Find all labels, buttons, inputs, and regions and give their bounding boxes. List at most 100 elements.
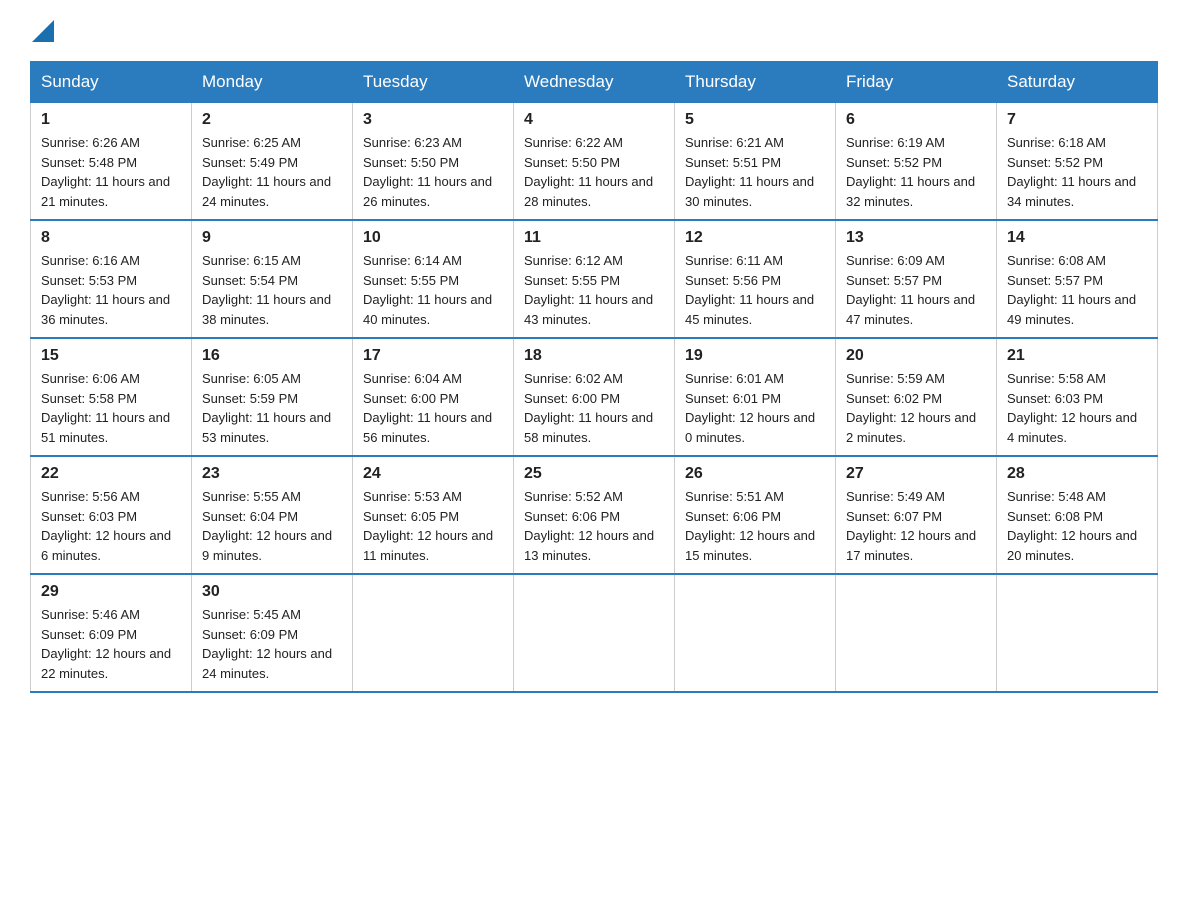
calendar-cell: 19 Sunrise: 6:01 AMSunset: 6:01 PMDaylig… [675, 338, 836, 456]
day-number: 6 [846, 111, 986, 129]
col-header-wednesday: Wednesday [514, 62, 675, 103]
day-number: 8 [41, 229, 181, 247]
day-info: Sunrise: 6:18 AMSunset: 5:52 PMDaylight:… [1007, 135, 1136, 209]
day-number: 4 [524, 111, 664, 129]
day-number: 11 [524, 229, 664, 247]
calendar-cell: 1 Sunrise: 6:26 AMSunset: 5:48 PMDayligh… [31, 103, 192, 221]
day-info: Sunrise: 6:25 AMSunset: 5:49 PMDaylight:… [202, 135, 331, 209]
day-number: 12 [685, 229, 825, 247]
day-number: 14 [1007, 229, 1147, 247]
day-number: 23 [202, 465, 342, 483]
calendar-cell: 10 Sunrise: 6:14 AMSunset: 5:55 PMDaylig… [353, 220, 514, 338]
calendar-cell: 22 Sunrise: 5:56 AMSunset: 6:03 PMDaylig… [31, 456, 192, 574]
calendar-cell: 7 Sunrise: 6:18 AMSunset: 5:52 PMDayligh… [997, 103, 1158, 221]
day-number: 15 [41, 347, 181, 365]
calendar-cell: 18 Sunrise: 6:02 AMSunset: 6:00 PMDaylig… [514, 338, 675, 456]
day-info: Sunrise: 5:48 AMSunset: 6:08 PMDaylight:… [1007, 489, 1137, 563]
day-info: Sunrise: 6:01 AMSunset: 6:01 PMDaylight:… [685, 371, 815, 445]
calendar-cell: 15 Sunrise: 6:06 AMSunset: 5:58 PMDaylig… [31, 338, 192, 456]
day-number: 19 [685, 347, 825, 365]
day-number: 9 [202, 229, 342, 247]
day-number: 21 [1007, 347, 1147, 365]
calendar-cell [836, 574, 997, 692]
day-number: 17 [363, 347, 503, 365]
week-row-3: 15 Sunrise: 6:06 AMSunset: 5:58 PMDaylig… [31, 338, 1158, 456]
day-info: Sunrise: 5:58 AMSunset: 6:03 PMDaylight:… [1007, 371, 1137, 445]
week-row-5: 29 Sunrise: 5:46 AMSunset: 6:09 PMDaylig… [31, 574, 1158, 692]
day-info: Sunrise: 5:56 AMSunset: 6:03 PMDaylight:… [41, 489, 171, 563]
col-header-friday: Friday [836, 62, 997, 103]
day-info: Sunrise: 5:51 AMSunset: 6:06 PMDaylight:… [685, 489, 815, 563]
calendar-cell: 8 Sunrise: 6:16 AMSunset: 5:53 PMDayligh… [31, 220, 192, 338]
logo [30, 20, 54, 43]
calendar-cell: 29 Sunrise: 5:46 AMSunset: 6:09 PMDaylig… [31, 574, 192, 692]
calendar-cell: 30 Sunrise: 5:45 AMSunset: 6:09 PMDaylig… [192, 574, 353, 692]
day-number: 16 [202, 347, 342, 365]
day-info: Sunrise: 6:14 AMSunset: 5:55 PMDaylight:… [363, 253, 492, 327]
day-info: Sunrise: 5:46 AMSunset: 6:09 PMDaylight:… [41, 607, 171, 681]
calendar-cell: 25 Sunrise: 5:52 AMSunset: 6:06 PMDaylig… [514, 456, 675, 574]
header-row: SundayMondayTuesdayWednesdayThursdayFrid… [31, 62, 1158, 103]
col-header-thursday: Thursday [675, 62, 836, 103]
day-number: 20 [846, 347, 986, 365]
calendar-cell: 2 Sunrise: 6:25 AMSunset: 5:49 PMDayligh… [192, 103, 353, 221]
calendar-cell: 13 Sunrise: 6:09 AMSunset: 5:57 PMDaylig… [836, 220, 997, 338]
week-row-2: 8 Sunrise: 6:16 AMSunset: 5:53 PMDayligh… [31, 220, 1158, 338]
day-info: Sunrise: 6:04 AMSunset: 6:00 PMDaylight:… [363, 371, 492, 445]
day-number: 1 [41, 111, 181, 129]
day-number: 26 [685, 465, 825, 483]
calendar-cell: 6 Sunrise: 6:19 AMSunset: 5:52 PMDayligh… [836, 103, 997, 221]
calendar-cell: 11 Sunrise: 6:12 AMSunset: 5:55 PMDaylig… [514, 220, 675, 338]
day-number: 30 [202, 583, 342, 601]
day-number: 3 [363, 111, 503, 129]
day-info: Sunrise: 6:21 AMSunset: 5:51 PMDaylight:… [685, 135, 814, 209]
day-info: Sunrise: 6:08 AMSunset: 5:57 PMDaylight:… [1007, 253, 1136, 327]
calendar-cell: 4 Sunrise: 6:22 AMSunset: 5:50 PMDayligh… [514, 103, 675, 221]
day-info: Sunrise: 6:11 AMSunset: 5:56 PMDaylight:… [685, 253, 814, 327]
day-info: Sunrise: 6:19 AMSunset: 5:52 PMDaylight:… [846, 135, 975, 209]
day-number: 29 [41, 583, 181, 601]
calendar-body: 1 Sunrise: 6:26 AMSunset: 5:48 PMDayligh… [31, 103, 1158, 693]
calendar-cell [675, 574, 836, 692]
day-number: 10 [363, 229, 503, 247]
week-row-4: 22 Sunrise: 5:56 AMSunset: 6:03 PMDaylig… [31, 456, 1158, 574]
day-info: Sunrise: 5:53 AMSunset: 6:05 PMDaylight:… [363, 489, 493, 563]
day-number: 24 [363, 465, 503, 483]
col-header-sunday: Sunday [31, 62, 192, 103]
day-info: Sunrise: 5:52 AMSunset: 6:06 PMDaylight:… [524, 489, 654, 563]
calendar-cell: 21 Sunrise: 5:58 AMSunset: 6:03 PMDaylig… [997, 338, 1158, 456]
day-info: Sunrise: 6:05 AMSunset: 5:59 PMDaylight:… [202, 371, 331, 445]
calendar-cell: 28 Sunrise: 5:48 AMSunset: 6:08 PMDaylig… [997, 456, 1158, 574]
calendar-cell: 17 Sunrise: 6:04 AMSunset: 6:00 PMDaylig… [353, 338, 514, 456]
logo-triangle-icon [32, 20, 54, 42]
calendar-cell: 12 Sunrise: 6:11 AMSunset: 5:56 PMDaylig… [675, 220, 836, 338]
calendar-cell: 23 Sunrise: 5:55 AMSunset: 6:04 PMDaylig… [192, 456, 353, 574]
day-info: Sunrise: 6:15 AMSunset: 5:54 PMDaylight:… [202, 253, 331, 327]
page-header [30, 20, 1158, 43]
calendar-cell [514, 574, 675, 692]
day-info: Sunrise: 6:09 AMSunset: 5:57 PMDaylight:… [846, 253, 975, 327]
day-info: Sunrise: 5:45 AMSunset: 6:09 PMDaylight:… [202, 607, 332, 681]
col-header-tuesday: Tuesday [353, 62, 514, 103]
col-header-monday: Monday [192, 62, 353, 103]
day-info: Sunrise: 6:22 AMSunset: 5:50 PMDaylight:… [524, 135, 653, 209]
day-info: Sunrise: 6:23 AMSunset: 5:50 PMDaylight:… [363, 135, 492, 209]
calendar-cell: 3 Sunrise: 6:23 AMSunset: 5:50 PMDayligh… [353, 103, 514, 221]
calendar-cell: 26 Sunrise: 5:51 AMSunset: 6:06 PMDaylig… [675, 456, 836, 574]
day-info: Sunrise: 6:06 AMSunset: 5:58 PMDaylight:… [41, 371, 170, 445]
day-info: Sunrise: 6:16 AMSunset: 5:53 PMDaylight:… [41, 253, 170, 327]
calendar-cell [353, 574, 514, 692]
day-info: Sunrise: 5:55 AMSunset: 6:04 PMDaylight:… [202, 489, 332, 563]
calendar-header: SundayMondayTuesdayWednesdayThursdayFrid… [31, 62, 1158, 103]
day-number: 27 [846, 465, 986, 483]
day-info: Sunrise: 5:49 AMSunset: 6:07 PMDaylight:… [846, 489, 976, 563]
day-info: Sunrise: 5:59 AMSunset: 6:02 PMDaylight:… [846, 371, 976, 445]
calendar-cell: 20 Sunrise: 5:59 AMSunset: 6:02 PMDaylig… [836, 338, 997, 456]
col-header-saturday: Saturday [997, 62, 1158, 103]
day-number: 22 [41, 465, 181, 483]
calendar-cell: 9 Sunrise: 6:15 AMSunset: 5:54 PMDayligh… [192, 220, 353, 338]
calendar-cell: 5 Sunrise: 6:21 AMSunset: 5:51 PMDayligh… [675, 103, 836, 221]
calendar-cell [997, 574, 1158, 692]
day-number: 5 [685, 111, 825, 129]
calendar-cell: 16 Sunrise: 6:05 AMSunset: 5:59 PMDaylig… [192, 338, 353, 456]
